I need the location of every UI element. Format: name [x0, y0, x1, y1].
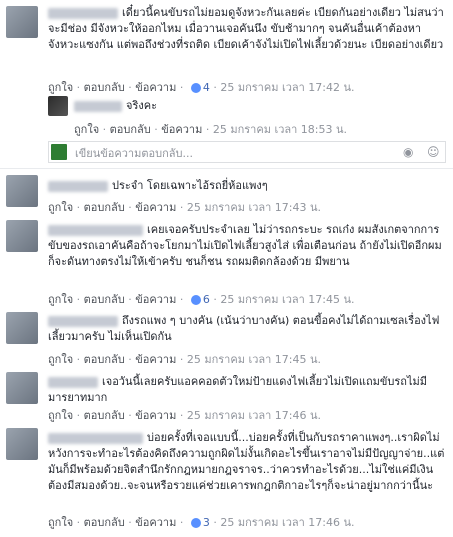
translate-link[interactable]: ข้อความ — [135, 409, 176, 422]
comment-body: เคยเจอครับประจำเลย ไม่ว่ารถกระบะ รถเก๋ง … — [48, 222, 446, 270]
commenter-name-redacted[interactable] — [48, 376, 98, 388]
like-link[interactable]: ถูกใจ — [48, 409, 73, 422]
avatar[interactable] — [6, 220, 38, 252]
comment-body: ถึงรถแพง ๆ บางคัน (เน้นว่าบางคัน) ตอนขี้… — [48, 313, 446, 345]
avatar[interactable] — [48, 96, 68, 116]
camera-icon[interactable]: ◉ — [403, 146, 417, 158]
like-link[interactable]: ถูกใจ — [74, 123, 99, 136]
like-link[interactable]: ถูกใจ — [48, 516, 73, 529]
comment-actions: ถูกใจ · ตอบกลับ · ข้อความ · 25 มกราคม เว… — [74, 123, 348, 136]
like-link[interactable]: ถูกใจ — [48, 201, 73, 214]
translate-link[interactable]: ข้อความ — [135, 201, 176, 214]
comment-body: เจอวันนี้เลยครับแอคคอดตัวใหม่ป้ายแดงไฟเล… — [48, 374, 446, 406]
comment-actions: ถูกใจ · ตอบกลับ · ข้อความ · 4 · 25 มกราค… — [48, 81, 355, 94]
like-thumb-icon — [190, 295, 201, 305]
avatar[interactable] — [6, 175, 38, 207]
like-link[interactable]: ถูกใจ — [48, 353, 73, 366]
reply-link[interactable]: ตอบกลับ — [84, 293, 125, 306]
commenter-name-redacted[interactable] — [48, 7, 118, 19]
like-count[interactable]: 6 — [203, 293, 210, 306]
comment-text: จริงคะ — [126, 99, 157, 112]
commenter-name-redacted[interactable] — [48, 432, 143, 444]
reply-link[interactable]: ตอบกลับ — [84, 409, 125, 422]
translate-link[interactable]: ข้อความ — [135, 293, 176, 306]
comment-actions: ถูกใจ · ตอบกลับ · ข้อความ · 25 มกราคม เว… — [48, 353, 322, 366]
avatar[interactable] — [6, 312, 38, 344]
reply-input[interactable] — [73, 142, 397, 164]
comment-body: ประจำ โดยเฉพาะไอ้รถยี่ห้อแพงๆ — [48, 178, 446, 194]
like-thumb-icon — [190, 83, 201, 93]
like-count[interactable]: 3 — [203, 516, 210, 529]
avatar[interactable] — [6, 6, 38, 38]
commenter-name-redacted[interactable] — [48, 315, 118, 327]
like-thumb-icon — [190, 518, 201, 528]
translate-link[interactable]: ข้อความ — [161, 123, 202, 136]
commenter-name-redacted[interactable] — [74, 100, 122, 112]
comment-actions: ถูกใจ · ตอบกลับ · ข้อความ · 25 มกราคม เว… — [48, 409, 322, 422]
timestamp[interactable]: 25 มกราคม เวลา 17:43 น. — [187, 201, 321, 214]
commenter-name-redacted[interactable] — [48, 224, 143, 236]
comment-actions: ถูกใจ · ตอบกลับ · ข้อความ · 3 · 25 มกราค… — [48, 516, 355, 529]
comment-actions: ถูกใจ · ตอบกลับ · ข้อความ · 6 · 25 มกราค… — [48, 293, 355, 306]
timestamp[interactable]: 25 มกราคม เวลา 17:46 น. — [220, 516, 354, 529]
translate-link[interactable]: ข้อความ — [135, 81, 176, 94]
timestamp[interactable]: 25 มกราคม เวลา 18:53 น. — [213, 123, 347, 136]
comment-text: ประจำ โดยเฉพาะไอ้รถยี่ห้อแพงๆ — [112, 179, 268, 192]
reply-link[interactable]: ตอบกลับ — [110, 123, 151, 136]
comment-body: จริงคะ — [74, 98, 444, 114]
timestamp[interactable]: 25 มกราคม เวลา 17:42 น. — [220, 81, 354, 94]
translate-link[interactable]: ข้อความ — [135, 516, 176, 529]
reply-link[interactable]: ตอบกลับ — [84, 201, 125, 214]
like-link[interactable]: ถูกใจ — [48, 81, 73, 94]
comment-text: เจอวันนี้เลยครับแอคคอดตัวใหม่ป้ายแดงไฟเล… — [48, 375, 428, 404]
avatar[interactable] — [6, 372, 38, 404]
commenter-name-redacted[interactable] — [48, 180, 108, 192]
reply-box: ◉ ☺ — [48, 141, 446, 164]
current-user-avatar — [51, 144, 67, 160]
reply-link[interactable]: ตอบกลับ — [84, 81, 125, 94]
timestamp[interactable]: 25 มกราคม เวลา 17:45 น. — [220, 293, 354, 306]
reply-link[interactable]: ตอบกลับ — [84, 353, 125, 366]
like-count[interactable]: 4 — [203, 81, 210, 94]
comment-body: บ่อยครั้งที่เจอแบบนี้...บ่อยครั้งที่เป็น… — [48, 430, 446, 494]
comment-body: เดี๋ยวนี้คนขับรถไม่ยอมดูจังหวะกันเลยค่ะ … — [48, 5, 446, 53]
divider — [0, 168, 453, 169]
avatar[interactable] — [6, 428, 38, 460]
comment-actions: ถูกใจ · ตอบกลับ · ข้อความ · 25 มกราคม เว… — [48, 201, 322, 214]
reply-link[interactable]: ตอบกลับ — [84, 516, 125, 529]
like-link[interactable]: ถูกใจ — [48, 293, 73, 306]
timestamp[interactable]: 25 มกราคม เวลา 17:45 น. — [187, 353, 321, 366]
timestamp[interactable]: 25 มกราคม เวลา 17:46 น. — [187, 409, 321, 422]
emoji-icon[interactable]: ☺ — [427, 146, 441, 158]
translate-link[interactable]: ข้อความ — [135, 353, 176, 366]
